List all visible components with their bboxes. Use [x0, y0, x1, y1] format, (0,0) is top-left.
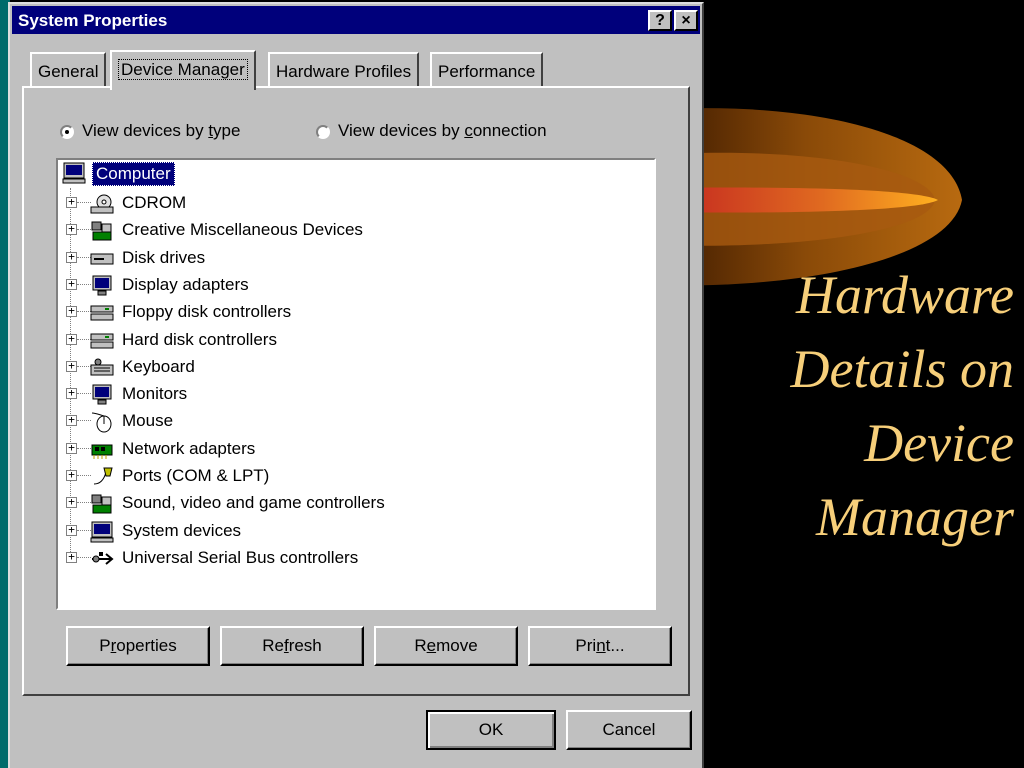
- view-by-type-option[interactable]: View devices by type: [60, 121, 240, 141]
- tree-branch-line: [77, 393, 91, 395]
- tree-branch-line: [77, 202, 91, 203]
- device-tree[interactable]: Computer + CDROM + Creative Miscellaneous D…: [56, 158, 656, 610]
- tree-item-label: Hard disk controllers: [122, 329, 277, 349]
- keyboard-icon: [90, 358, 114, 376]
- expand-plus-icon[interactable]: +: [66, 196, 77, 208]
- cancel-button[interactable]: Cancel: [566, 710, 692, 750]
- tree-item-label: System devices: [122, 520, 242, 540]
- tree-item-label: Mouse: [122, 411, 174, 431]
- tree-item-label: Network adapters: [122, 438, 256, 458]
- tree-branch-line: [77, 529, 91, 531]
- help-button[interactable]: ?: [648, 10, 672, 31]
- tree-branch-line: [77, 365, 91, 367]
- slide-title: Hardware Details on Device Manager: [720, 258, 1015, 554]
- multimedia-icon: [91, 221, 112, 241]
- tab-hardware-profiles[interactable]: Hardware Profiles: [268, 52, 420, 86]
- expand-plus-icon[interactable]: +: [66, 496, 77, 509]
- expand-plus-icon[interactable]: +: [66, 524, 77, 536]
- network-card-icon: [91, 444, 113, 459]
- expand-plus-icon[interactable]: +: [66, 414, 77, 427]
- tree-branch-line: [77, 311, 91, 313]
- slide-title-line: Hardware: [795, 265, 1014, 325]
- print-button[interactable]: Print...: [528, 626, 672, 666]
- window-title: System Properties: [18, 11, 168, 30]
- view-by-connection-radio[interactable]: [316, 125, 330, 139]
- remove-button[interactable]: Remove: [374, 626, 518, 666]
- tree-item-label: Floppy disk controllers: [122, 302, 292, 322]
- slide-title-line: Device: [864, 413, 1014, 473]
- tree-branch-line: [77, 283, 91, 285]
- tree-branch-line: [77, 338, 91, 340]
- expand-plus-icon[interactable]: +: [66, 551, 77, 563]
- usb-icon: [92, 551, 114, 565]
- tab-device-manager[interactable]: Device Manager: [110, 50, 256, 90]
- tree-branch-line: [77, 475, 91, 476]
- tree-item-label: Universal Serial Bus controllers: [122, 547, 359, 567]
- slide-title-line: Manager: [816, 487, 1014, 547]
- tree-branch-line: [77, 447, 91, 449]
- disk-drive-icon: [90, 253, 114, 265]
- tree-item-label: Sound, video and game controllers: [122, 493, 385, 513]
- controller-icon: [90, 305, 114, 321]
- tree-item-label: Ports (COM & LPT): [122, 466, 270, 485]
- view-by-connection-option[interactable]: View devices by connection: [316, 121, 547, 141]
- view-by-type-radio[interactable]: [60, 125, 74, 139]
- expand-plus-icon[interactable]: +: [66, 469, 77, 481]
- tree-item-label: CDROM: [122, 193, 187, 212]
- multimedia-icon: [91, 494, 112, 514]
- cdrom-icon: [90, 194, 114, 214]
- expand-plus-icon[interactable]: +: [66, 251, 77, 263]
- expand-plus-icon[interactable]: +: [66, 305, 77, 318]
- system-properties-dialog: System Properties ? × General Device Man…: [8, 2, 704, 768]
- tree-branch-line: [77, 556, 91, 558]
- refresh-button[interactable]: Refresh: [220, 626, 364, 666]
- tree-root-label: Computer: [92, 162, 175, 186]
- expand-plus-icon[interactable]: +: [66, 442, 77, 454]
- tree-item-label: Disk drives: [122, 247, 206, 267]
- expand-plus-icon[interactable]: +: [66, 387, 77, 400]
- tree-branch-line: [77, 502, 91, 504]
- properties-button[interactable]: Properties: [66, 626, 210, 666]
- ok-button[interactable]: OK: [426, 710, 556, 750]
- slide-title-line: Details on: [790, 339, 1015, 399]
- expand-plus-icon[interactable]: +: [66, 360, 77, 372]
- tree-branch-line: [77, 256, 91, 258]
- tab-performance[interactable]: Performance: [430, 52, 544, 86]
- device-manager-panel: View devices by type View devices by con…: [22, 86, 690, 696]
- tree-item-label: Creative Miscellaneous Devices: [122, 220, 363, 240]
- tree-branch-line: [77, 420, 91, 422]
- expand-plus-icon[interactable]: +: [66, 333, 77, 345]
- tree-item-label: Display adapters: [122, 274, 249, 294]
- tree-item-label: Monitors: [122, 384, 188, 404]
- title-bar[interactable]: System Properties ? ×: [12, 6, 700, 34]
- mouse-icon: [91, 412, 112, 433]
- tree-item-label: Keyboard: [122, 356, 195, 376]
- port-icon: [93, 467, 113, 485]
- controller-icon: [90, 333, 114, 348]
- close-button[interactable]: ×: [674, 10, 698, 31]
- monitor-icon: [92, 275, 112, 296]
- expand-plus-icon[interactable]: +: [66, 278, 77, 290]
- monitor-icon: [92, 384, 112, 405]
- computer-icon: [62, 162, 86, 184]
- tab-general[interactable]: General: [30, 52, 107, 86]
- computer-icon: [90, 521, 114, 543]
- expand-plus-icon[interactable]: +: [66, 223, 77, 236]
- tree-branch-line: [77, 229, 91, 231]
